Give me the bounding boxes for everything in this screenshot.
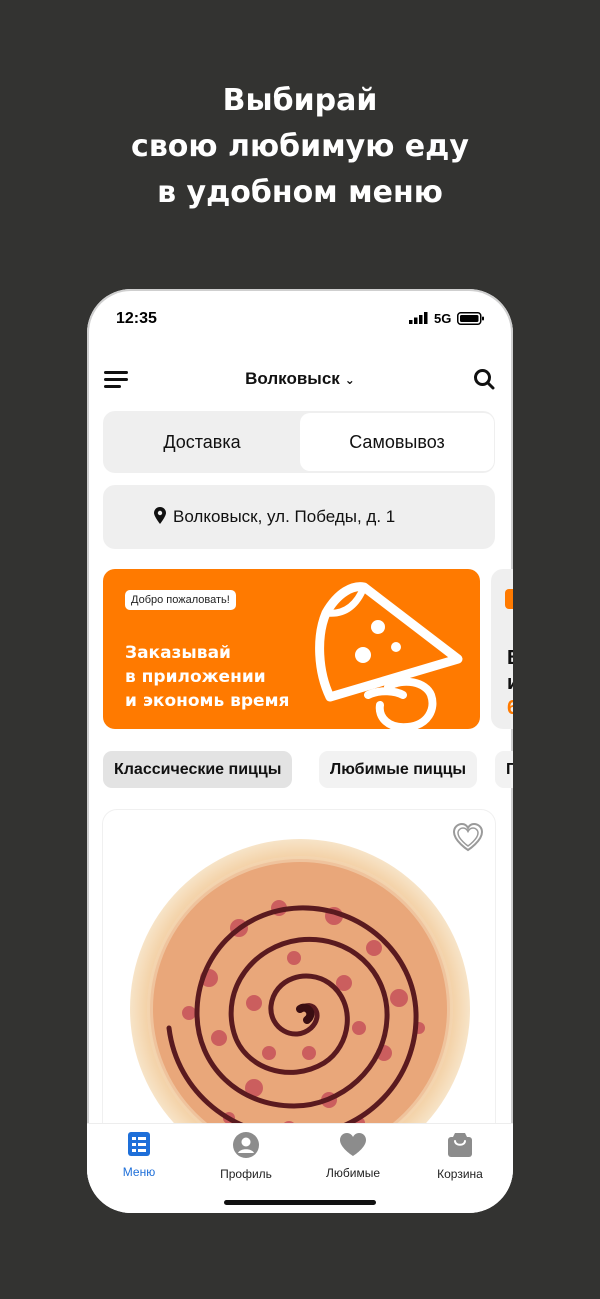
promo-headline: Выбирай свою любимую еду в удобном меню bbox=[0, 78, 600, 216]
banner-line-2: в приложении bbox=[125, 667, 266, 687]
promo-banner[interactable]: Добро пожаловать! Заказывай в приложении… bbox=[103, 569, 480, 729]
pizza-slice-illustration bbox=[315, 582, 463, 729]
chevron-down-icon: ⌄ bbox=[344, 373, 355, 387]
tab-profile[interactable]: Профиль bbox=[201, 1132, 291, 1181]
banner-next-line-3: 6 bbox=[507, 697, 513, 719]
headline-line-1: Выбирай bbox=[222, 83, 378, 118]
banner-next-line-2: и bbox=[507, 672, 513, 695]
pickup-tab[interactable]: Самовывоз bbox=[300, 413, 494, 471]
tab-cart-label: Корзина bbox=[437, 1167, 483, 1181]
product-card[interactable] bbox=[103, 810, 495, 1170]
banner-badge: Добро пожаловать! bbox=[125, 590, 236, 610]
profile-icon bbox=[233, 1132, 259, 1158]
banner-text: Заказывай в приложении и экономь время bbox=[125, 641, 289, 713]
address-field[interactable]: Волковыск, ул. Победы, д. 1 bbox=[103, 485, 495, 549]
status-time: 12:35 bbox=[116, 310, 157, 327]
tab-profile-label: Профиль bbox=[220, 1167, 272, 1181]
promo-banner-next[interactable]: В и 6 bbox=[491, 569, 513, 729]
tab-favorites[interactable]: Любимые bbox=[308, 1132, 398, 1180]
headline-line-2: свою любимую еду bbox=[131, 129, 469, 164]
top-nav: Волковыск ⌄ bbox=[87, 359, 513, 399]
network-label: 5G bbox=[434, 311, 452, 326]
tab-menu-label: Меню bbox=[122, 1165, 156, 1179]
headline-line-3: в удобном меню bbox=[157, 175, 443, 210]
tab-favorites-label: Любимые bbox=[326, 1166, 380, 1180]
search-icon[interactable] bbox=[473, 368, 495, 390]
pizza-image bbox=[130, 839, 470, 1170]
city-label: Волковыск bbox=[245, 369, 340, 388]
bottom-tab-bar: Меню Профиль Любимые Корзина bbox=[87, 1123, 513, 1213]
address-text: Волковыск, ул. Победы, д. 1 bbox=[173, 507, 396, 526]
chip-favorite-pizzas[interactable]: Любимые пиццы bbox=[319, 751, 478, 788]
bag-icon bbox=[448, 1133, 472, 1157]
heart-outline-icon[interactable] bbox=[452, 822, 484, 852]
category-chips: Классические пиццы Любимые пиццы П bbox=[103, 751, 513, 789]
phone-screen: 12:35 5G Волковыск ⌄ Доставка Самовывоз … bbox=[87, 289, 513, 1213]
city-selector[interactable]: Волковыск ⌄ bbox=[87, 369, 513, 389]
delivery-tab[interactable]: Доставка bbox=[105, 413, 299, 471]
tab-menu[interactable]: Меню bbox=[94, 1132, 184, 1179]
menu-list-icon bbox=[128, 1132, 150, 1156]
chip-next-category[interactable]: П bbox=[495, 751, 513, 788]
banner-line-1: Заказывай bbox=[125, 643, 231, 663]
chip-classic-pizzas[interactable]: Классические пиццы bbox=[103, 751, 293, 788]
battery-icon bbox=[457, 312, 484, 325]
delivery-mode-toggle: Доставка Самовывоз bbox=[103, 411, 495, 473]
heart-icon bbox=[340, 1133, 366, 1156]
banner-next-line-1: В bbox=[507, 647, 513, 670]
location-pin-icon bbox=[154, 507, 166, 524]
signal-icon bbox=[409, 312, 428, 324]
banner-next-tag bbox=[505, 589, 513, 609]
tab-cart[interactable]: Корзина bbox=[415, 1132, 505, 1181]
status-bar: 12:35 5G bbox=[87, 289, 513, 349]
home-indicator bbox=[224, 1200, 376, 1205]
banner-line-3: и экономь время bbox=[125, 691, 290, 711]
